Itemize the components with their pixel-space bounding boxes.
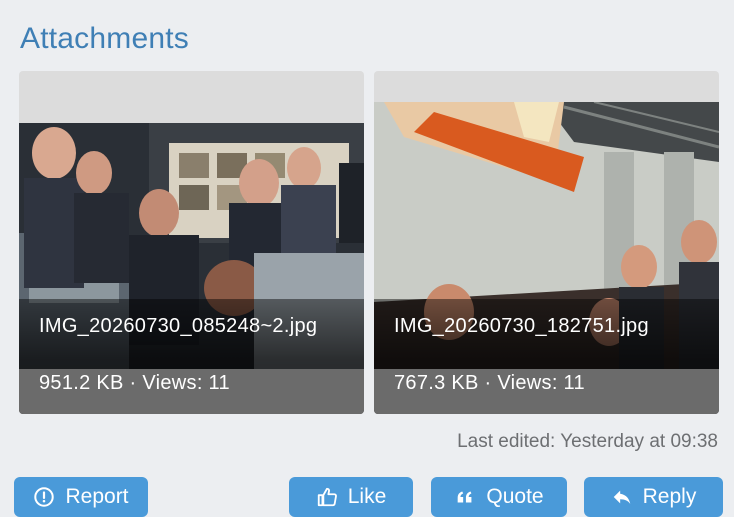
reply-button[interactable]: Reply (584, 477, 723, 517)
attachment-filename[interactable]: IMG_20260730_182751.jpg (394, 315, 704, 338)
thumbs-up-icon (317, 487, 337, 507)
quote-icon (458, 491, 472, 503)
quote-button-label: Quote (486, 485, 544, 508)
attachment-meta: 767.3 KB · Views: 11 (394, 372, 585, 394)
attachment-filename[interactable]: IMG_20260730_085248~2.jpg (39, 315, 349, 338)
like-button-label: Like (347, 485, 387, 508)
report-button[interactable]: Report (14, 477, 148, 517)
reply-arrow-icon (613, 490, 630, 504)
like-button[interactable]: Like (289, 477, 413, 517)
last-edited-text: Last edited: Yesterday at 09:38 (457, 431, 718, 452)
reply-button-label: Reply (642, 485, 697, 508)
attachment-card[interactable]: IMG_20260730_085248~2.jpg 951.2 KB · Vie… (19, 71, 364, 414)
attachment-meta: 951.2 KB · Views: 11 (39, 372, 230, 394)
attachments-heading: Attachments (20, 22, 189, 55)
alert-circle-icon (34, 487, 55, 507)
attachment-card[interactable]: IMG_20260730_182751.jpg 767.3 KB · Views… (374, 71, 719, 414)
report-button-label: Report (65, 485, 129, 508)
quote-button[interactable]: Quote (431, 477, 567, 517)
